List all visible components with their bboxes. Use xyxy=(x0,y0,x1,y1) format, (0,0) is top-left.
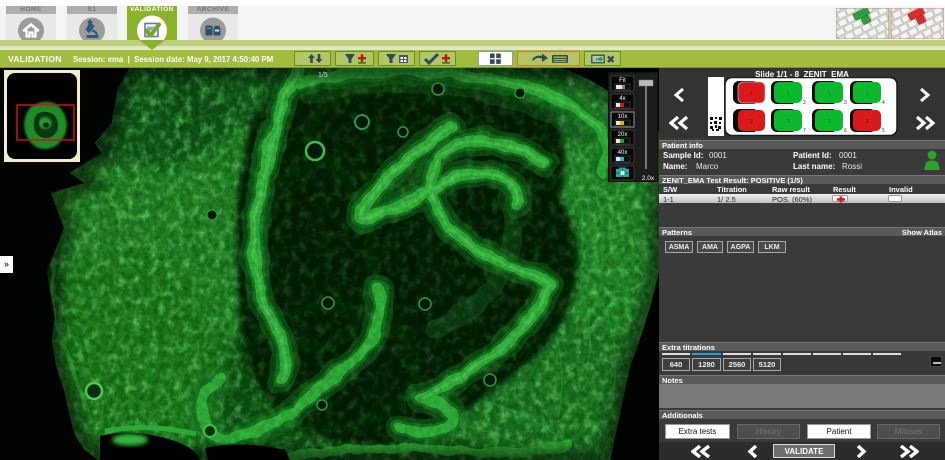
svg-text:2.0x: 2.0x xyxy=(642,175,655,182)
svg-text:40x: 40x xyxy=(618,150,628,156)
svg-text:3: 3 xyxy=(866,119,869,125)
svg-text:3: 3 xyxy=(750,119,753,125)
svg-text:3: 3 xyxy=(844,100,847,106)
svg-text:6: 6 xyxy=(844,128,847,134)
svg-text:1: 1 xyxy=(750,91,753,97)
svg-text:1: 1 xyxy=(828,91,831,97)
svg-text:1: 1 xyxy=(787,91,790,97)
svg-text:5: 5 xyxy=(882,128,885,134)
svg-text:3: 3 xyxy=(787,119,790,125)
svg-text:3: 3 xyxy=(828,119,831,125)
svg-text:10x: 10x xyxy=(618,114,628,120)
svg-text:7: 7 xyxy=(803,128,806,134)
svg-text:2: 2 xyxy=(803,100,806,106)
svg-text:Fit: Fit xyxy=(619,78,626,84)
svg-text:1: 1 xyxy=(866,91,869,97)
svg-text:20x: 20x xyxy=(618,132,628,138)
svg-text:4: 4 xyxy=(882,100,885,106)
svg-text:4x: 4x xyxy=(619,96,625,102)
